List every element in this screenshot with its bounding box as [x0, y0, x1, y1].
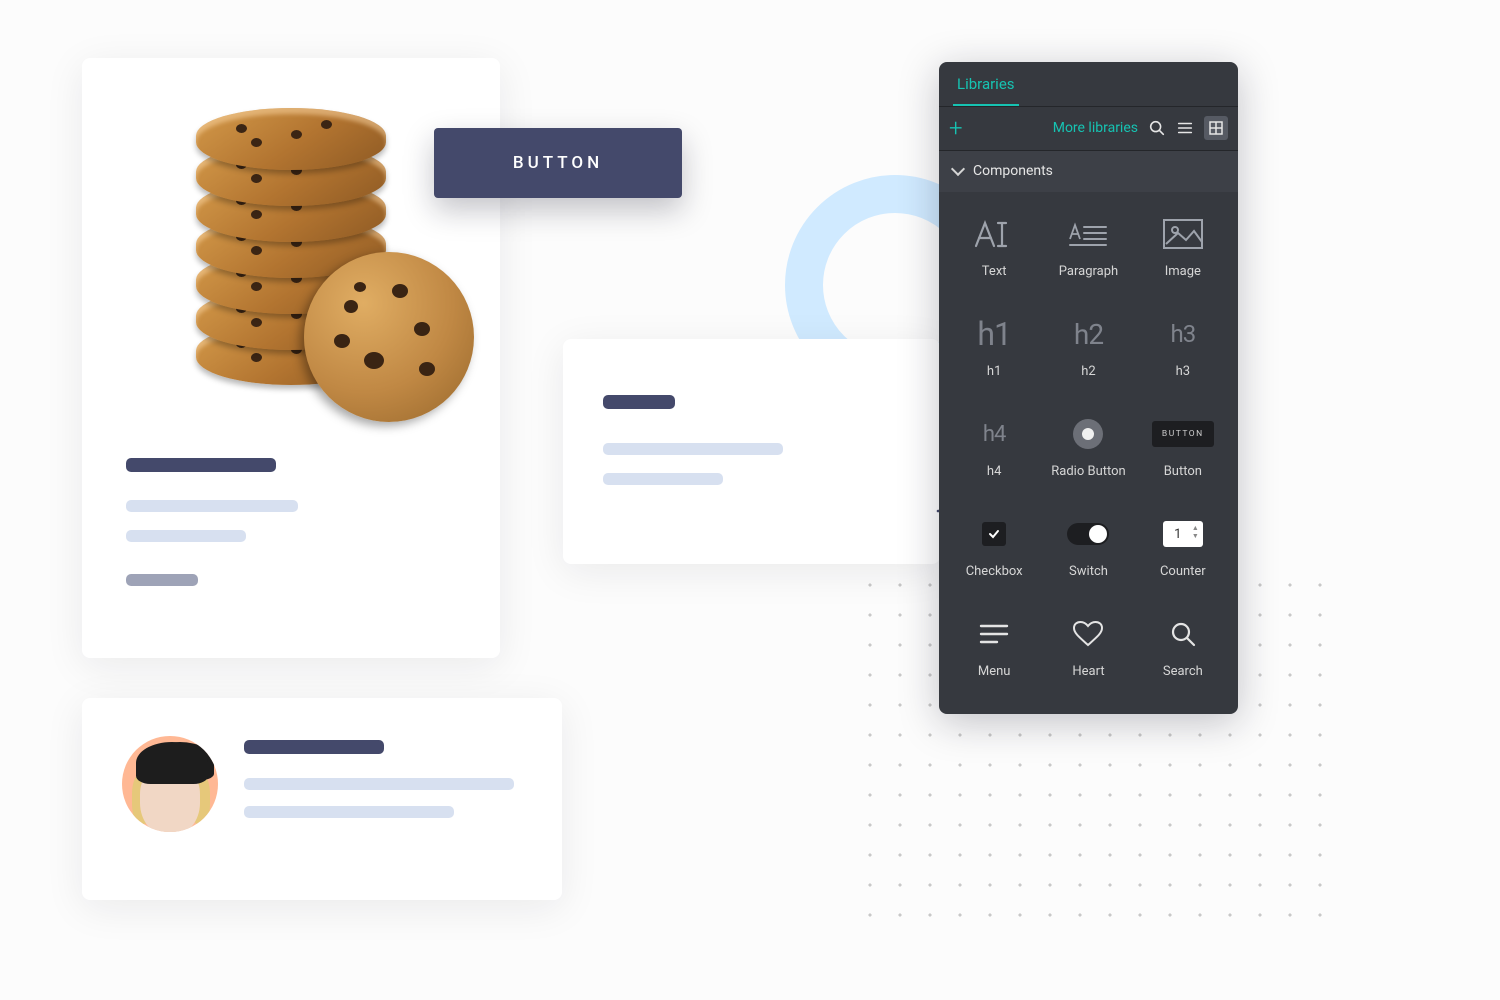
component-label: Heart	[1072, 664, 1104, 679]
component-label: h2	[1081, 364, 1095, 379]
search-icon	[1169, 614, 1197, 654]
placeholder-line	[126, 500, 298, 512]
component-button[interactable]: BUTTON Button	[1136, 412, 1230, 506]
switch-icon	[1067, 514, 1109, 554]
image-icon	[1162, 214, 1204, 254]
h3-icon: h3	[1170, 314, 1195, 354]
placeholder-meta	[126, 574, 198, 586]
checkbox-icon	[982, 514, 1006, 554]
placeholder-title	[126, 458, 276, 472]
component-label: Menu	[978, 664, 1011, 679]
component-menu[interactable]: Menu	[947, 612, 1041, 706]
component-label: h3	[1176, 364, 1190, 379]
grid-view-icon[interactable]	[1204, 116, 1228, 140]
button-icon: BUTTON	[1152, 414, 1214, 454]
sample-button-widget[interactable]: BUTTON	[434, 128, 682, 198]
component-counter[interactable]: 1▲▼ Counter	[1136, 512, 1230, 606]
placeholder-name	[244, 740, 384, 754]
link-card[interactable]	[563, 339, 940, 564]
profile-card	[82, 698, 562, 900]
panel-tabbar: Libraries	[939, 62, 1238, 107]
component-image[interactable]: Image	[1136, 212, 1230, 306]
component-h4[interactable]: h4 h4	[947, 412, 1041, 506]
placeholder-line	[244, 806, 454, 818]
component-h2[interactable]: h2 h2	[1041, 312, 1135, 406]
component-checkbox[interactable]: Checkbox	[947, 512, 1041, 606]
list-view-icon[interactable]	[1176, 119, 1194, 137]
libraries-panel: Libraries + More libraries Components	[939, 62, 1238, 714]
component-label: Radio Button	[1051, 464, 1125, 479]
component-label: Image	[1165, 264, 1201, 279]
placeholder-line	[126, 530, 246, 542]
radio-icon	[1073, 414, 1103, 454]
add-icon[interactable]: +	[949, 116, 963, 140]
avatar	[122, 736, 218, 832]
search-icon[interactable]	[1148, 119, 1166, 137]
components-grid: Text Paragraph Image h1	[939, 192, 1238, 714]
component-search[interactable]: Search	[1136, 612, 1230, 706]
placeholder-title	[603, 395, 675, 409]
component-switch[interactable]: Switch	[1041, 512, 1135, 606]
component-label: Button	[1164, 464, 1202, 479]
more-libraries-link[interactable]: More libraries	[1053, 120, 1138, 136]
components-section-header[interactable]: Components	[939, 151, 1238, 192]
h1-icon: h1	[977, 314, 1011, 354]
placeholder-line	[603, 443, 783, 455]
component-label: Counter	[1160, 564, 1206, 579]
heart-icon	[1073, 614, 1103, 654]
component-label: Checkbox	[966, 564, 1023, 579]
h4-icon: h4	[983, 414, 1005, 454]
placeholder-line	[244, 778, 514, 790]
component-label: Search	[1163, 664, 1203, 679]
component-label: h4	[987, 464, 1001, 479]
placeholder-line	[603, 473, 723, 485]
component-label: Text	[982, 264, 1007, 279]
component-text[interactable]: Text	[947, 212, 1041, 306]
h2-icon: h2	[1074, 314, 1103, 354]
section-label: Components	[973, 163, 1053, 179]
component-label: Switch	[1069, 564, 1108, 579]
paragraph-icon	[1068, 214, 1108, 254]
component-h1[interactable]: h1 h1	[947, 312, 1041, 406]
tab-libraries[interactable]: Libraries	[953, 75, 1019, 106]
component-label: h1	[987, 364, 1001, 379]
component-label: Paragraph	[1059, 264, 1118, 279]
sample-button-label: BUTTON	[513, 153, 603, 173]
counter-icon: 1▲▼	[1163, 514, 1203, 554]
cookie-image	[136, 88, 446, 428]
component-radio-button[interactable]: Radio Button	[1041, 412, 1135, 506]
component-heart[interactable]: Heart	[1041, 612, 1135, 706]
menu-icon	[979, 614, 1009, 654]
component-h3[interactable]: h3 h3	[1136, 312, 1230, 406]
text-icon	[972, 214, 1016, 254]
panel-toolbar: + More libraries	[939, 107, 1238, 150]
chevron-down-icon	[951, 162, 965, 176]
component-paragraph[interactable]: Paragraph	[1041, 212, 1135, 306]
